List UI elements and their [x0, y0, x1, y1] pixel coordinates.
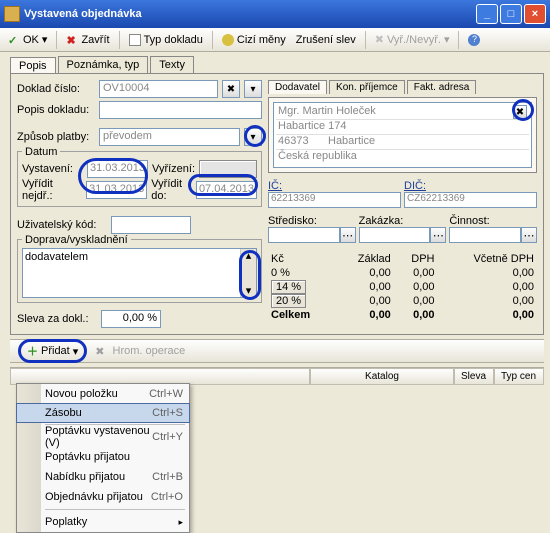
resolved-date[interactable]	[199, 160, 257, 178]
col-typcen[interactable]: Typ cen	[494, 368, 544, 385]
ic-field[interactable]: 62213369	[268, 192, 401, 208]
doc-number-label: Doklad číslo:	[17, 83, 95, 95]
help-button[interactable]: ?	[464, 33, 484, 47]
tab-poznamka[interactable]: Poznámka, typ	[58, 56, 149, 73]
doc-number-dropdown[interactable]: ▾	[244, 80, 262, 98]
amounts-table: Kč Základ DPH Včetně DPH 0 % 0,00 0,00 0…	[268, 252, 537, 322]
cancel-discounts-button[interactable]: Zrušení slev	[292, 33, 360, 47]
add-button[interactable]: ＋ Přidat ▾	[18, 339, 87, 363]
app-icon	[4, 6, 20, 22]
usercode-label: Uživatelský kód:	[17, 219, 107, 231]
transport-fieldset: Doprava/vyskladnění dodavatelem ▴▾	[17, 239, 262, 303]
col-katalog[interactable]: Katalog	[310, 368, 454, 385]
dueby-label: Vyřídit do:	[151, 178, 192, 202]
supplier-name[interactable]: Mgr. Martin Holeček	[278, 105, 513, 119]
rate-0: 0 %	[271, 267, 290, 279]
window-title: Vystavená objednávka	[24, 8, 142, 20]
activity-picker[interactable]: ⋯	[521, 227, 537, 243]
col-sleva[interactable]: Sleva	[454, 368, 494, 385]
menu-inquiry-issued[interactable]: Poptávku vystavenou (V)Ctrl+Y	[17, 427, 189, 447]
rate-14[interactable]: 14 %	[271, 280, 306, 294]
order-label: Zakázka:	[359, 215, 447, 227]
resolved-label: Vyřízení:	[152, 163, 195, 175]
close-button[interactable]: ×	[524, 4, 546, 24]
menu-inquiry-received[interactable]: Poptávku přijatou	[17, 447, 189, 467]
order-field[interactable]	[359, 227, 431, 243]
activity-label: Činnost:	[449, 215, 537, 227]
discount-label: Sleva za dokl.:	[17, 313, 97, 325]
ok-button[interactable]: ✓OK ▾	[4, 32, 51, 47]
titlebar: Vystavená objednávka _ □ ×	[0, 0, 550, 28]
doc-number-clear[interactable]: ✖	[222, 80, 240, 98]
rate-20[interactable]: 20 %	[271, 294, 306, 308]
col-vat: DPH	[394, 252, 438, 266]
issued-label: Vystavení:	[22, 163, 83, 175]
order-picker[interactable]: ⋯	[430, 227, 446, 243]
address-box: Mgr. Martin Holeček ✖ Habartice 174 4637…	[273, 102, 532, 168]
add-menu: Novou položkuCtrl+W ZásobuCtrl+S Poptávk…	[16, 383, 190, 533]
menu-fees[interactable]: Poplatky▸	[17, 512, 189, 532]
tab-billaddr[interactable]: Fakt. adresa	[407, 80, 477, 94]
main-toolbar: ✓OK ▾ ✖Zavřít Typ dokladu Cizí měny Zruš…	[0, 28, 550, 52]
doc-number-field[interactable]: OV10004	[99, 80, 218, 98]
delete-icon: ✖	[95, 345, 104, 358]
menu-stock[interactable]: ZásobuCtrl+S	[16, 403, 190, 423]
menu-order-received[interactable]: Objednávku přijatouCtrl+O	[17, 487, 189, 507]
transport-legend: Doprava/vyskladnění	[22, 234, 131, 246]
supplier-tabs: Dodavatel Kon. příjemce Fakt. adresa	[268, 80, 537, 94]
issued-date[interactable]: 31.03.2013	[87, 160, 148, 178]
payment-label: Způsob platby:	[17, 131, 95, 143]
plus-icon: ＋	[27, 343, 38, 359]
earliest-label: Vyřídit nejdř.:	[22, 178, 82, 202]
discount-field[interactable]: 0,00 %	[101, 310, 161, 328]
desc-label: Popis dokladu:	[17, 104, 95, 116]
tab-popis[interactable]: Popis	[10, 57, 56, 74]
close-action[interactable]: ✖Zavřít	[62, 33, 113, 47]
earliest-date[interactable]: 31.03.2013	[86, 181, 147, 199]
supplier-country: Česká republika	[278, 150, 357, 165]
supplier-clear[interactable]: ✖	[513, 105, 527, 119]
transport-list[interactable]: dodavatelem ▴▾	[22, 248, 257, 298]
payment-field[interactable]: převodem	[99, 128, 240, 146]
supplier-zip: 46373	[278, 135, 328, 149]
ic-label: IČ:	[268, 180, 401, 192]
center-label: Středisko:	[268, 215, 356, 227]
main-tabs: Popis Poznámka, typ Texty	[10, 56, 550, 73]
activity-field[interactable]	[449, 227, 521, 243]
items-toolbar: ＋ Přidat ▾ ✖ Hrom. operace	[10, 339, 544, 363]
content-panel: Doklad číslo: OV10004 ✖ ▾ Popis dokladu:…	[10, 73, 544, 335]
usercode-field[interactable]	[111, 216, 191, 234]
maximize-button[interactable]: □	[500, 4, 522, 24]
minimize-button[interactable]: _	[476, 4, 498, 24]
center-field[interactable]	[268, 227, 340, 243]
scrollbar[interactable]: ▴▾	[240, 249, 256, 297]
date-legend: Datum	[22, 146, 60, 158]
col-total: Včetně DPH	[438, 252, 537, 266]
center-picker[interactable]: ⋯	[340, 227, 356, 243]
total-label: Celkem	[268, 308, 335, 322]
col-base: Základ	[335, 252, 393, 266]
dueby-date[interactable]: 07.04.2013	[196, 181, 257, 199]
col-kc: Kč	[268, 252, 335, 266]
currencies-button[interactable]: Cizí měny	[218, 33, 290, 47]
desc-field[interactable]	[99, 101, 262, 119]
menu-offer-received[interactable]: Nabídku přijatouCtrl+B	[17, 467, 189, 487]
transport-value: dodavatelem	[25, 251, 88, 263]
dic-field[interactable]: CZ62213369	[404, 192, 537, 208]
tab-recipient[interactable]: Kon. příjemce	[329, 80, 405, 94]
bulk-button: Hrom. operace	[109, 344, 190, 358]
tab-texty[interactable]: Texty	[150, 56, 194, 73]
tab-supplier[interactable]: Dodavatel	[268, 80, 327, 94]
payment-dropdown[interactable]: ▾	[244, 128, 262, 146]
date-fieldset: Datum Vystavení: 31.03.2013 Vyřízení: Vy…	[17, 151, 262, 207]
supplier-street: Habartice 174	[278, 120, 347, 134]
resolve-button: ✖Vyř./Nevyř. ▾	[371, 32, 454, 47]
doc-type-button[interactable]: Typ dokladu	[125, 33, 207, 47]
menu-new-item[interactable]: Novou položkuCtrl+W	[17, 384, 189, 404]
supplier-city: Habartice	[328, 135, 375, 149]
dic-label: DIČ:	[404, 180, 537, 192]
